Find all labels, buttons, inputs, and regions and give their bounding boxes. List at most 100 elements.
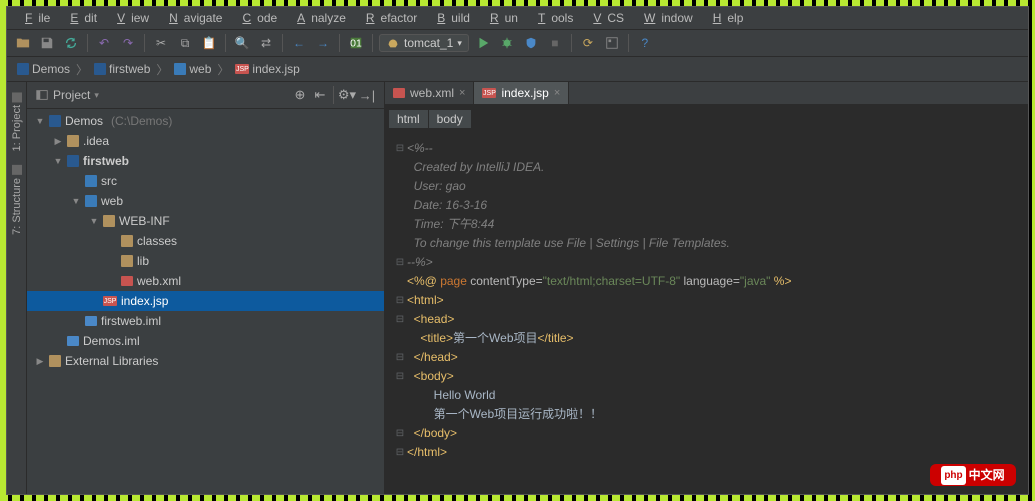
code-line[interactable]: <title>第一个Web项目</title> bbox=[393, 329, 1028, 348]
tree-node-indexjsp[interactable]: JSPindex.jsp bbox=[27, 291, 384, 311]
target-icon[interactable]: ⊕ bbox=[291, 86, 309, 104]
code-line[interactable]: Created by IntelliJ IDEA. bbox=[393, 158, 1028, 177]
breadcrumb-demos[interactable]: Demos bbox=[13, 60, 74, 78]
tree-label: WEB-INF bbox=[119, 214, 170, 228]
breadcrumb-web[interactable]: web bbox=[170, 60, 215, 78]
folder-open-icon bbox=[17, 63, 29, 75]
sync-icon[interactable] bbox=[61, 33, 81, 53]
html-crumb-html[interactable]: html bbox=[389, 110, 429, 128]
menu-vcs[interactable]: VCS bbox=[581, 9, 630, 27]
close-icon[interactable]: × bbox=[459, 87, 465, 99]
replace-icon[interactable]: ⇄ bbox=[256, 33, 276, 53]
back-icon[interactable]: ← bbox=[289, 33, 309, 53]
side-tab-structure[interactable]: 7: Structure bbox=[9, 159, 25, 241]
hide-icon[interactable]: →| bbox=[358, 86, 376, 104]
run-config-selector[interactable]: tomcat_1 ▾ bbox=[379, 34, 469, 52]
tree-node-web[interactable]: ▼web bbox=[27, 191, 384, 211]
editor-tab-index-jsp[interactable]: JSPindex.jsp× bbox=[474, 82, 569, 104]
code-line[interactable]: ⊟<%-- bbox=[393, 139, 1028, 158]
gear-icon[interactable]: ⚙▾ bbox=[338, 86, 356, 104]
menu-analyze[interactable]: Analyze bbox=[285, 9, 352, 27]
code-line[interactable]: ⊟ <body> bbox=[393, 367, 1028, 386]
editor-tab-web-xml[interactable]: web.xml× bbox=[385, 82, 474, 104]
menu-edit[interactable]: Edit bbox=[58, 9, 103, 27]
tree-node-webxml[interactable]: web.xml bbox=[27, 271, 384, 291]
project-tree[interactable]: ▼Demos(C:\Demos)▶.idea▼firstwebsrc▼web▼W… bbox=[27, 109, 384, 494]
breadcrumb-index.jsp[interactable]: JSPindex.jsp bbox=[231, 60, 303, 78]
code-line[interactable]: ⊟ </body> bbox=[393, 424, 1028, 443]
fold-gutter-icon[interactable]: ⊟ bbox=[393, 367, 407, 386]
code-line[interactable]: ⊟</html> bbox=[393, 443, 1028, 462]
find-icon[interactable]: 🔍 bbox=[232, 33, 252, 53]
tree-node-classes[interactable]: classes bbox=[27, 231, 384, 251]
menu-refactor[interactable]: Refactor bbox=[354, 9, 423, 27]
menu-view[interactable]: View bbox=[105, 9, 155, 27]
fold-gutter-icon[interactable]: ⊟ bbox=[393, 253, 407, 272]
html-crumb-body[interactable]: body bbox=[429, 110, 472, 128]
run-icon[interactable] bbox=[473, 33, 493, 53]
tree-node-firstweb[interactable]: ▼firstweb bbox=[27, 151, 384, 171]
help-icon[interactable]: ? bbox=[635, 33, 655, 53]
update-icon[interactable]: ⟳ bbox=[578, 33, 598, 53]
code-line[interactable]: Hello World bbox=[393, 386, 1028, 405]
menu-run[interactable]: Run bbox=[478, 9, 524, 27]
tree-label: External Libraries bbox=[65, 354, 158, 368]
tree-node-lib[interactable]: lib bbox=[27, 251, 384, 271]
menu-window[interactable]: Window bbox=[632, 9, 699, 27]
breadcrumb-firstweb[interactable]: firstweb bbox=[90, 60, 154, 78]
open-icon[interactable] bbox=[13, 33, 33, 53]
save-icon[interactable] bbox=[37, 33, 57, 53]
code-line[interactable]: ⊟ <head> bbox=[393, 310, 1028, 329]
fold-gutter-icon[interactable]: ⊟ bbox=[393, 443, 407, 462]
coverage-icon[interactable] bbox=[521, 33, 541, 53]
code-line[interactable]: User: gao bbox=[393, 177, 1028, 196]
code-line[interactable]: ⊟<html> bbox=[393, 291, 1028, 310]
stop-icon[interactable]: ■ bbox=[545, 33, 565, 53]
code-line[interactable]: ⊟ </head> bbox=[393, 348, 1028, 367]
fold-gutter-icon[interactable]: ⊟ bbox=[393, 348, 407, 367]
tree-label: firstweb.iml bbox=[101, 314, 161, 328]
tree-node-externallibraries[interactable]: ▶ External Libraries bbox=[27, 351, 384, 371]
copy-icon[interactable]: ⧉ bbox=[175, 33, 195, 53]
tree-node-demos[interactable]: ▼Demos(C:\Demos) bbox=[27, 111, 384, 131]
debug-icon[interactable] bbox=[497, 33, 517, 53]
menu-navigate[interactable]: Navigate bbox=[157, 9, 228, 27]
fold-gutter-icon[interactable]: ⊟ bbox=[393, 139, 407, 158]
collapse-icon[interactable]: ⇤ bbox=[311, 86, 329, 104]
menu-file[interactable]: File bbox=[13, 9, 56, 27]
code-line[interactable]: Time: 下午8:44 bbox=[393, 215, 1028, 234]
code-line[interactable]: ⊟--%> bbox=[393, 253, 1028, 272]
tree-arrow-icon: ▶ bbox=[35, 356, 45, 367]
close-icon[interactable]: × bbox=[554, 87, 560, 99]
menu-code[interactable]: Code bbox=[230, 9, 283, 27]
code-line[interactable]: 第一个Web项目运行成功啦！！ bbox=[393, 405, 1028, 424]
code-line[interactable]: Date: 16-3-16 bbox=[393, 196, 1028, 215]
code-editor[interactable]: ⊟<%-- Created by IntelliJ IDEA. User: ga… bbox=[385, 133, 1028, 494]
code-token: <html> bbox=[407, 293, 444, 307]
side-tab-project[interactable]: 1: Project bbox=[9, 86, 25, 157]
ide-window: FileEditViewNavigateCodeAnalyzeRefactorB… bbox=[6, 6, 1029, 495]
chevron-down-icon[interactable]: ▾ bbox=[94, 90, 99, 101]
fold-gutter-icon bbox=[393, 405, 407, 424]
tree-node-idea[interactable]: ▶.idea bbox=[27, 131, 384, 151]
fold-gutter-icon[interactable]: ⊟ bbox=[393, 310, 407, 329]
tree-node-demosiml[interactable]: Demos.iml bbox=[27, 331, 384, 351]
paste-icon[interactable]: 📋 bbox=[199, 33, 219, 53]
code-line[interactable]: To change this template use File | Setti… bbox=[393, 234, 1028, 253]
menu-tools[interactable]: Tools bbox=[526, 9, 579, 27]
code-line[interactable]: <%@ page contentType="text/html;charset=… bbox=[393, 272, 1028, 291]
cut-icon[interactable]: ✂ bbox=[151, 33, 171, 53]
tree-node-webinf[interactable]: ▼WEB-INF bbox=[27, 211, 384, 231]
tree-node-firstwebiml[interactable]: firstweb.iml bbox=[27, 311, 384, 331]
menu-help[interactable]: Help bbox=[701, 9, 750, 27]
redo-icon[interactable]: ↷ bbox=[118, 33, 138, 53]
tree-node-src[interactable]: src bbox=[27, 171, 384, 191]
fold-gutter-icon[interactable]: ⊟ bbox=[393, 291, 407, 310]
fold-gutter-icon[interactable]: ⊟ bbox=[393, 424, 407, 443]
menu-build[interactable]: Build bbox=[425, 9, 476, 27]
undo-icon[interactable]: ↶ bbox=[94, 33, 114, 53]
structure-icon[interactable] bbox=[602, 33, 622, 53]
chevron-down-icon: ▾ bbox=[457, 38, 462, 49]
forward-icon[interactable]: → bbox=[313, 33, 333, 53]
build-icon[interactable]: 01 bbox=[346, 33, 366, 53]
